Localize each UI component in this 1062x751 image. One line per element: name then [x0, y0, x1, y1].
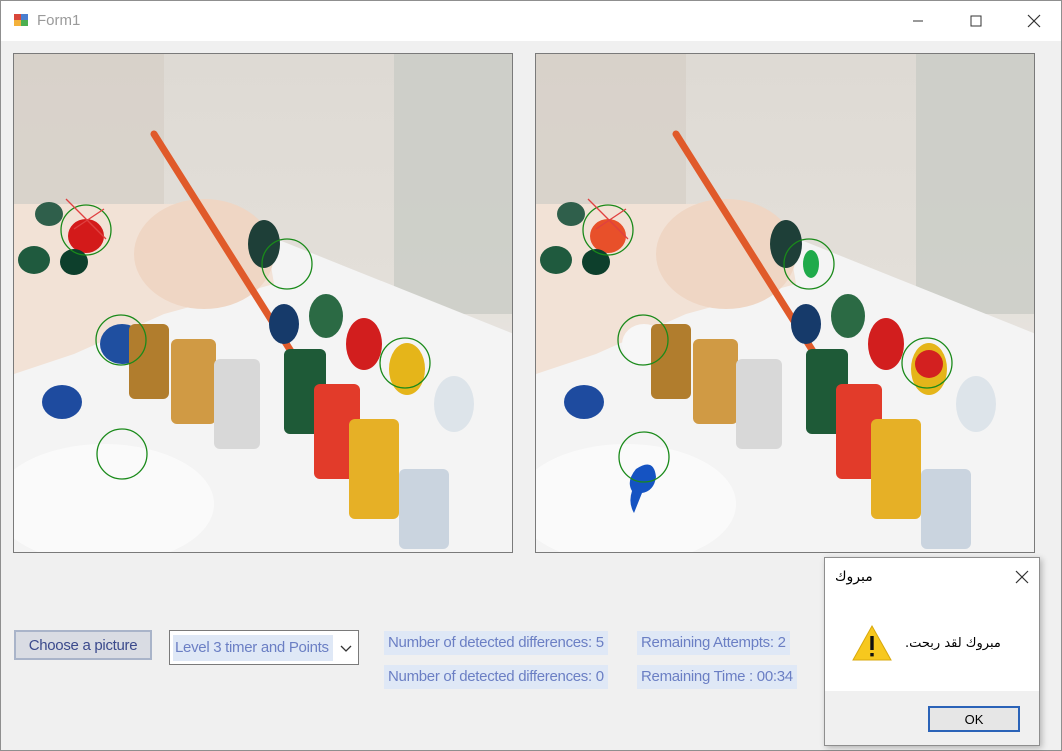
- title-bar[interactable]: Form1: [1, 1, 1061, 41]
- maximize-button[interactable]: [947, 1, 1005, 41]
- left-picture[interactable]: [13, 53, 513, 553]
- close-icon[interactable]: [1015, 570, 1029, 584]
- detected-differences-right: Number of detected differences: 0: [384, 665, 608, 689]
- level-select-value: Level 3 timer and Points: [173, 635, 333, 661]
- app-icon: [14, 14, 28, 26]
- maximize-icon: [970, 15, 982, 27]
- dialog-title: مبروك: [835, 569, 873, 585]
- right-picture[interactable]: [535, 53, 1035, 553]
- remaining-attempts: Remaining Attempts: 2: [637, 631, 790, 655]
- detected-differences-left: Number of detected differences: 5: [384, 631, 608, 655]
- minimize-button[interactable]: [889, 1, 947, 41]
- warning-icon: [852, 624, 892, 661]
- window-title: Form1: [37, 12, 81, 29]
- dialog-footer: OK: [825, 691, 1039, 745]
- chevron-down-icon[interactable]: [340, 642, 352, 654]
- ok-button[interactable]: OK: [928, 706, 1020, 732]
- dialog-message: مبروك لقد ربحت.: [905, 636, 1001, 651]
- close-button[interactable]: [1005, 1, 1061, 41]
- remaining-time: Remaining Time : 00:34: [637, 665, 797, 689]
- minimize-icon: [913, 20, 923, 22]
- choose-picture-button[interactable]: Choose a picture: [14, 630, 152, 660]
- close-icon: [1027, 14, 1041, 28]
- message-dialog: مبروك مبروك لقد ربحت. OK: [824, 557, 1040, 746]
- level-select[interactable]: Level 3 timer and Points: [169, 630, 359, 665]
